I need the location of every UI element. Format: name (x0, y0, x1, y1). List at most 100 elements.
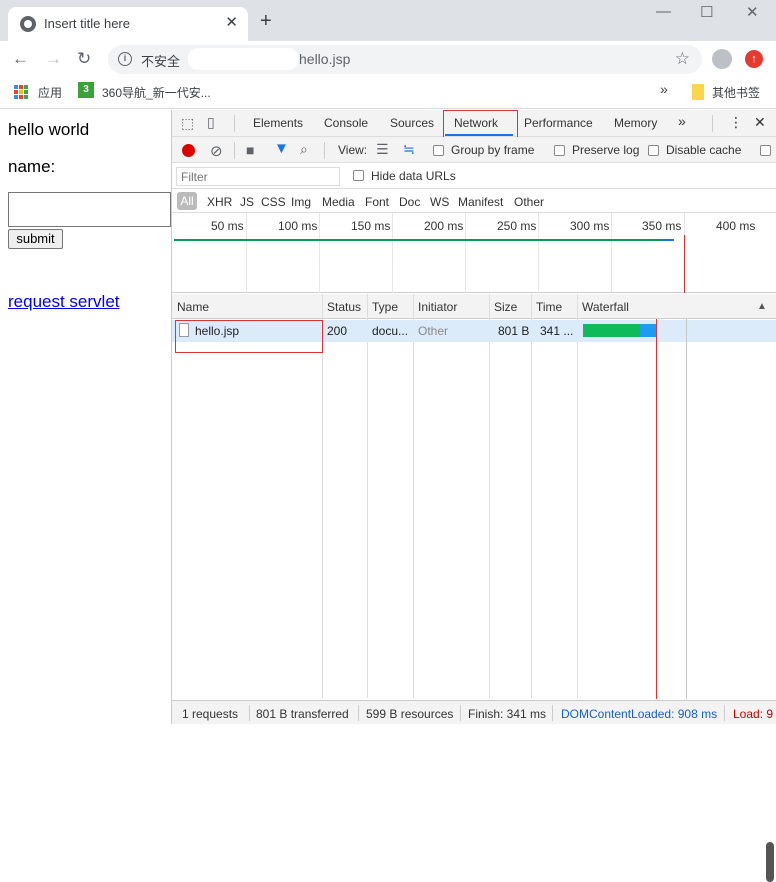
apps-icon[interactable] (14, 85, 28, 99)
type-filter-font[interactable]: Font (365, 195, 389, 209)
bookmark-star-icon[interactable]: ☆ (675, 49, 690, 69)
column-time[interactable]: Time (536, 300, 562, 314)
bookmark-360[interactable]: 360导航_新一代安... (102, 84, 211, 101)
disable-cache-checkbox[interactable] (648, 145, 659, 156)
request-size: 801 B (498, 324, 530, 338)
overview-tick: 350 ms (642, 219, 682, 233)
overview-tick: 100 ms (278, 219, 318, 233)
profile-avatar[interactable] (712, 49, 732, 69)
camera-icon[interactable]: ■ (246, 142, 254, 158)
scrollbar-thumb[interactable] (766, 842, 774, 882)
minimize-button[interactable]: — (656, 3, 671, 20)
record-icon[interactable] (182, 144, 195, 157)
type-filter-js[interactable]: JS (240, 195, 254, 209)
more-tabs-icon[interactable]: » (678, 113, 686, 129)
filter-input[interactable] (176, 167, 340, 186)
overview-tick: 150 ms (351, 219, 391, 233)
address-bar[interactable]: i 不安全 hello.jsp ☆ (108, 45, 702, 74)
offline-checkbox[interactable] (760, 145, 771, 156)
close-window-button[interactable]: ✕ (746, 3, 759, 21)
type-filter-ws[interactable]: WS (430, 195, 449, 209)
request-servlet-link[interactable]: request servlet (8, 292, 120, 312)
tab-memory[interactable]: Memory (614, 116, 657, 130)
submit-button[interactable]: submit (8, 229, 63, 249)
devtools-menu-icon[interactable]: ⋮ (729, 114, 743, 131)
waterfall-view-icon[interactable]: ≒ (403, 141, 415, 158)
toolbar: ← → ↻ i 不安全 hello.jsp ☆ ↑ (0, 41, 776, 78)
tab-title: Insert title here (44, 16, 130, 31)
sort-arrow-icon[interactable]: ▲ (757, 301, 767, 312)
large-rows-icon[interactable]: ☰ (376, 141, 389, 158)
group-by-frame-label: Group by frame (451, 143, 535, 157)
back-button[interactable]: ← (12, 49, 29, 69)
globe-icon (20, 16, 36, 32)
column-name[interactable]: Name (177, 300, 209, 314)
request-type: docu... (372, 324, 409, 338)
forward-button[interactable]: → (45, 49, 62, 69)
overview-tick: 300 ms (570, 219, 610, 233)
type-filter-other[interactable]: Other (514, 195, 544, 209)
inspect-element-icon[interactable]: ⬚ (181, 115, 194, 132)
timeline-overview[interactable]: 50 ms 100 ms 150 ms 200 ms 250 ms 300 ms… (172, 213, 776, 293)
overview-load-bar (174, 239, 661, 241)
page-heading: hello world (8, 120, 90, 139)
new-tab-button[interactable]: + (260, 10, 272, 33)
clear-icon[interactable]: ⊘ (210, 142, 223, 160)
column-size[interactable]: Size (494, 300, 517, 314)
type-filter-all[interactable]: All (177, 192, 197, 210)
type-filter-img[interactable]: Img (291, 195, 311, 209)
type-filter-xhr[interactable]: XHR (207, 195, 232, 209)
column-waterfall[interactable]: Waterfall (582, 300, 629, 314)
reload-button[interactable]: ↻ (77, 49, 91, 69)
tab-performance[interactable]: Performance (524, 116, 593, 130)
devtools-close-icon[interactable]: ✕ (754, 114, 766, 131)
waterfall-download-bar (640, 324, 656, 337)
devtools-panel: ⬚ ▯ Elements Console Sources Network Per… (171, 110, 776, 882)
name-textarea[interactable] (8, 192, 171, 227)
tab-sources[interactable]: Sources (390, 116, 434, 130)
security-label[interactable]: 不安全 (141, 51, 180, 70)
overview-tick: 400 ms (716, 219, 756, 233)
bookmark-apps[interactable]: 应用 (38, 84, 62, 101)
type-filter-doc[interactable]: Doc (399, 195, 420, 209)
preserve-log-checkbox[interactable] (554, 145, 565, 156)
request-time: 341 ... (540, 324, 574, 338)
status-transferred: 801 B transferred (256, 707, 349, 721)
type-filter-media[interactable]: Media (322, 195, 355, 209)
tab-console[interactable]: Console (324, 116, 368, 130)
other-bookmarks[interactable]: 其他书签 (712, 84, 760, 101)
overview-download-bar (661, 239, 674, 241)
column-initiator[interactable]: Initiator (418, 300, 457, 314)
view-label: View: (338, 143, 368, 157)
search-icon[interactable]: ⌕ (300, 141, 308, 158)
request-initiator: Other (418, 324, 449, 338)
tab-strip: Insert title here ✕ + — ☐ ✕ (0, 0, 776, 41)
tab-elements[interactable]: Elements (253, 116, 303, 130)
disable-cache-label: Disable cache (666, 143, 742, 157)
type-filter-manifest[interactable]: Manifest (458, 195, 503, 209)
info-icon[interactable]: i (118, 52, 132, 66)
column-status[interactable]: Status (327, 300, 361, 314)
column-type[interactable]: Type (372, 300, 398, 314)
group-by-frame-checkbox[interactable] (433, 145, 444, 156)
network-tab-highlight (443, 110, 518, 140)
bookmarks-bar: 应用 3 360导航_新一代安... » 其他书签 (0, 78, 776, 109)
url-path[interactable]: hello.jsp (299, 51, 350, 67)
maximize-button[interactable]: ☐ (700, 3, 713, 21)
bookmarks-overflow-icon[interactable]: » (660, 81, 668, 97)
type-filter-css[interactable]: CSS (261, 195, 286, 209)
request-status: 200 (327, 324, 348, 338)
folder-icon (692, 84, 704, 100)
hide-data-urls-checkbox[interactable] (353, 170, 364, 181)
status-requests: 1 requests (182, 707, 239, 721)
tab-close-icon[interactable]: ✕ (225, 13, 238, 31)
network-status-bar: 1 requests 801 B transferred 599 B resou… (172, 700, 776, 724)
browser-tab[interactable]: Insert title here ✕ (8, 7, 248, 41)
status-resources: 599 B resources (366, 707, 454, 721)
filter-icon[interactable]: ▼ (274, 140, 289, 157)
device-toggle-icon[interactable]: ▯ (207, 114, 215, 131)
extension-icon[interactable]: ↑ (745, 50, 763, 68)
hide-data-urls-label: Hide data URLs (371, 169, 456, 183)
redacted-host (188, 48, 298, 70)
waterfall-waiting-bar (583, 324, 640, 337)
